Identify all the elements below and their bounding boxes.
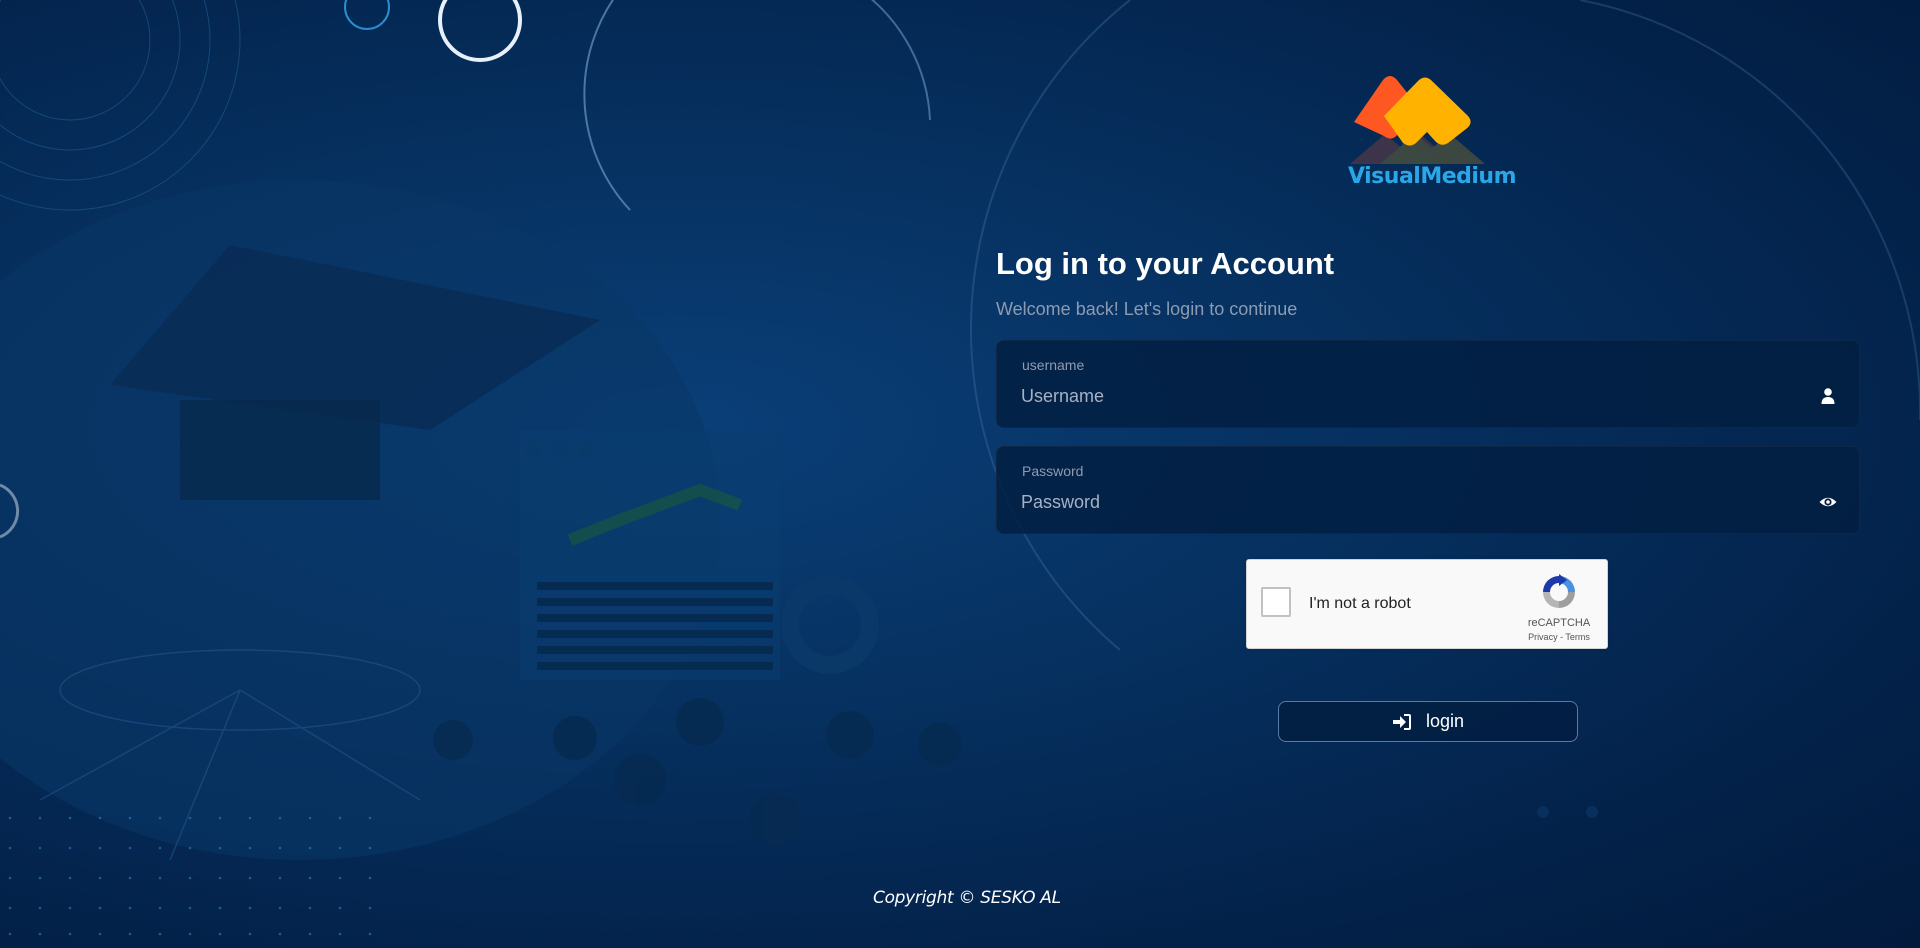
login-panel: Log in to your Account Welcome back! Let…	[996, 244, 1860, 534]
recaptcha-links: Privacy - Terms	[1517, 632, 1601, 642]
username-input[interactable]	[1021, 383, 1801, 409]
recaptcha-label: I'm not a robot	[1309, 595, 1411, 612]
password-label: Password	[1022, 463, 1084, 479]
recaptcha-logo-icon	[1543, 574, 1575, 608]
login-title: Log in to your Account	[996, 246, 1335, 281]
recaptcha-widget: I'm not a robot reCAPTCHA Privacy - Term…	[1246, 559, 1608, 649]
sign-in-icon	[1392, 713, 1411, 730]
login-button-label: login	[1425, 711, 1465, 731]
logo-mark	[1350, 76, 1485, 164]
eye-icon[interactable]	[1819, 493, 1837, 511]
recaptcha-privacy-link[interactable]: Privacy	[1528, 632, 1558, 642]
login-button[interactable]: login	[1278, 701, 1578, 742]
recaptcha-checkbox[interactable]	[1261, 587, 1291, 617]
recaptcha-brand: reCAPTCHA	[1527, 617, 1591, 629]
username-label: username	[1022, 357, 1085, 373]
recaptcha-terms-link[interactable]: Terms	[1565, 632, 1590, 642]
visualmedium-logo: VisualMedium	[1340, 72, 1530, 202]
user-icon	[1821, 388, 1835, 404]
logo-wordmark: VisualMedium	[1348, 164, 1517, 189]
login-subtitle: Welcome back! Let's login to continue	[996, 299, 1298, 319]
username-field: username	[996, 340, 1860, 428]
password-field: Password	[996, 446, 1860, 534]
password-input[interactable]	[1021, 489, 1801, 515]
copyright-text: Copyright © SESKO AL	[873, 888, 1061, 908]
